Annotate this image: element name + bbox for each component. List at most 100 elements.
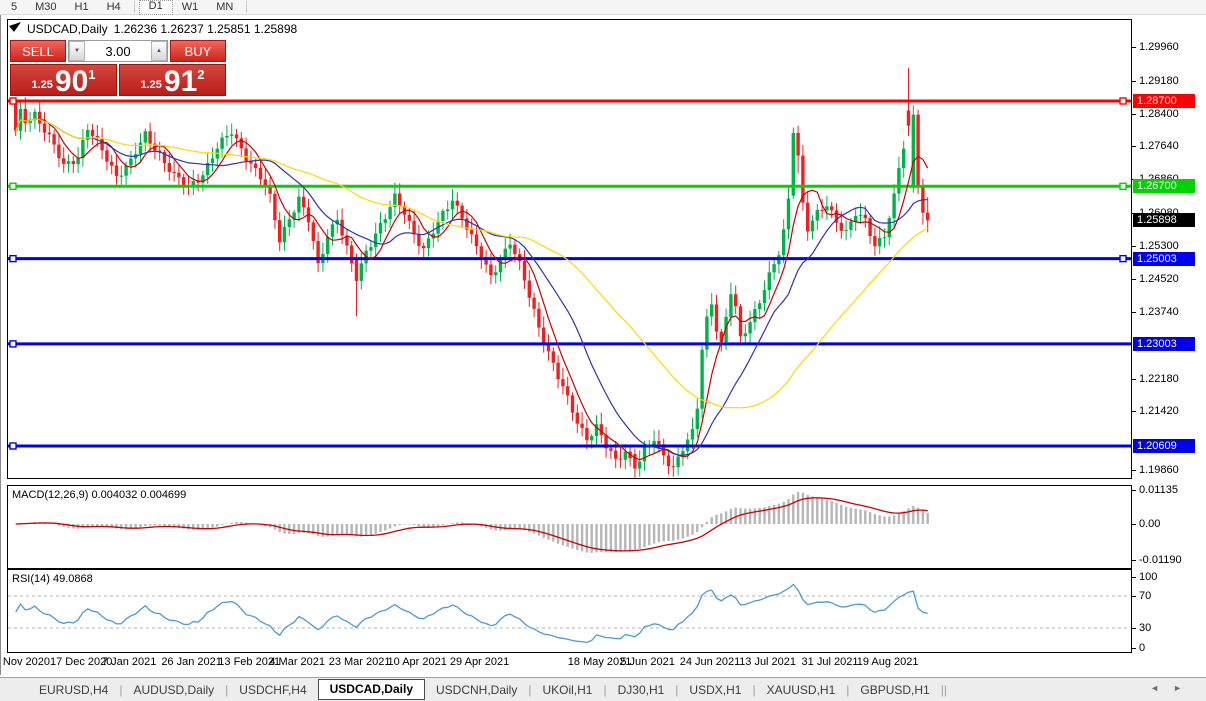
tab-XAUUSD-H1[interactable]: XAUUSD,H1 [756,680,847,700]
price-tick: 1.19860 [1139,464,1179,476]
level-badge-1.20609: 1.20609 [1133,439,1195,453]
macd-signal-line [16,498,928,551]
axis-tick-mark [1132,648,1136,649]
macd-label: MACD(12,26,9) 0.004032 0.004699 [12,489,186,501]
axis-tick-mark [1132,279,1136,280]
toolbar-separator [134,1,135,13]
axis-tick-mark [1132,81,1136,82]
axis-tick-mark [1132,560,1136,561]
tab-USDCAD-Daily[interactable]: USDCAD,Daily [318,679,425,700]
line-handle-icon[interactable] [1120,98,1126,104]
ma-slow [16,119,928,408]
timeframe-5[interactable]: 5 [2,1,26,14]
rsi-tick: 30 [1139,622,1151,634]
level-badge-1.28700: 1.28700 [1133,94,1195,108]
price-tick: 1.28400 [1139,108,1179,120]
tab-USDCHF-H4[interactable]: USDCHF,H4 [228,680,317,700]
axis-tick-mark [1132,47,1136,48]
scroll-left-icon[interactable]: ◄ [1150,683,1173,693]
chart-cursor-icon [9,22,22,34]
axis-tick-mark [1132,628,1136,629]
volume-input[interactable] [85,41,151,61]
date-label: 29 Apr 2021 [450,656,509,668]
tab-scroll-arrows[interactable]: ◄► [1150,683,1196,693]
tab-USDCNH-Daily[interactable]: USDCNH,Daily [425,680,528,700]
buy-button[interactable]: BUY [170,40,226,62]
level-badge-1.25003: 1.25003 [1133,252,1195,266]
macd-histogram [16,492,928,553]
macd-tick: -0.01190 [1139,554,1182,566]
axis-tick-mark [1132,146,1136,147]
axis-tick-mark [1132,312,1136,313]
rsi-tick: 70 [1139,590,1151,602]
tab-DJ30-H1[interactable]: DJ30,H1 [607,680,676,700]
terminal-window: 5M30H1H4 D1W1MN USDCAD,Daily 1.26236 1.262… [0,0,1206,701]
line-handle-icon[interactable] [1120,256,1126,262]
date-label: 26 Jan 2021 [161,656,222,668]
chart-ohlc-values: 1.26236 1.26237 1.25851 1.25898 [114,22,298,36]
volume-increase-icon[interactable]: ▲ [151,41,167,61]
sell-price-box[interactable]: 1.25 90 1 [10,64,117,96]
tab-EURUSD-H4[interactable]: EURUSD,H4 [28,680,119,700]
volume-spinner: ▼ ▲ [68,40,168,62]
sell-button[interactable]: SELL [10,40,66,62]
line-handle-icon[interactable] [10,443,16,449]
price-tick: 1.29180 [1139,75,1179,87]
axis-tick-mark [1132,524,1136,525]
level-badge-1.26700: 1.26700 [1133,179,1195,193]
date-axis[interactable]: 28 Nov 202017 Dec 20207 Jan 202126 Jan 2… [8,653,1131,672]
timeframe-MN[interactable]: MN [207,1,242,14]
axis-tick-mark [1132,411,1136,412]
tab-UKOil-H1[interactable]: UKOil,H1 [531,680,603,700]
price-axis[interactable]: 1.299601.291801.284001.276401.268601.260… [1132,0,1206,672]
axis-tick-mark [1132,114,1136,115]
timeframe-M30[interactable]: M30 [26,1,65,14]
level-badge-1.23003: 1.23003 [1133,337,1195,351]
tab-AUDUSD-Daily[interactable]: AUDUSD,Daily [122,680,225,700]
macd-tick: 0.01135 [1139,484,1178,496]
buy-price-box[interactable]: 1.25 91 2 [119,64,226,96]
line-handle-icon[interactable] [10,256,16,262]
volume-decrease-icon[interactable]: ▼ [69,41,85,61]
line-handle-icon[interactable] [10,183,16,189]
price-tick: 1.24520 [1139,273,1179,285]
date-label: 7 Jan 2021 [102,656,156,668]
date-label: 23 Mar 2021 [329,656,391,668]
line-handle-icon[interactable] [10,98,16,104]
tab-USDX-H1[interactable]: USDX,H1 [678,680,752,700]
timeframe-W1[interactable]: W1 [173,1,208,14]
buy-price-big: 91 [164,68,197,95]
window-edge [0,15,1,675]
price-tick: 1.23740 [1139,306,1179,318]
rsi-line [16,585,928,643]
date-label: 19 Aug 2021 [857,656,919,668]
date-label: 24 Jun 2021 [680,656,741,668]
price-tick: 1.29960 [1139,41,1179,53]
chart-title: USDCAD,Daily 1.26236 1.26237 1.25851 1.25… [27,22,303,36]
chart-symbol-label: USDCAD,Daily [27,22,108,36]
line-handle-icon[interactable] [10,341,16,347]
tab-GBPUSD-H1[interactable]: GBPUSD,H1 [849,680,940,700]
axis-tick-mark [1132,470,1136,471]
buy-price-prefix: 1.25 [140,79,161,91]
scroll-right-icon[interactable]: ► [1173,683,1196,693]
timeframe-D1[interactable]: D1 [139,0,173,15]
axis-tick-mark [1132,490,1136,491]
date-label: 4 Mar 2021 [269,656,325,668]
date-label: 31 Jul 2021 [802,656,859,668]
chart-tab-bar: EURUSD,H4|AUDUSD,Daily|USDCHF,H4USDCAD,D… [0,677,1206,701]
timeframe-H1[interactable]: H1 [66,1,98,14]
moving-averages-layer [16,119,928,460]
timeframe-H4[interactable]: H4 [98,1,130,14]
line-handle-icon[interactable] [1120,183,1126,189]
price-tick: 1.27640 [1139,140,1179,152]
price-tick: 1.21420 [1139,405,1179,417]
horizontal-levels-layer[interactable] [8,101,1131,446]
rsi-panel[interactable] [7,569,1132,653]
rsi-label: RSI(14) 49.0868 [12,573,93,585]
timeframe-toolbar: 5M30H1H4 D1W1MN [0,0,1206,15]
rsi-tick: 100 [1139,571,1157,583]
sell-price-pip: 1 [88,67,95,82]
candles-layer [14,68,929,478]
price-tick: 1.22180 [1139,373,1179,385]
